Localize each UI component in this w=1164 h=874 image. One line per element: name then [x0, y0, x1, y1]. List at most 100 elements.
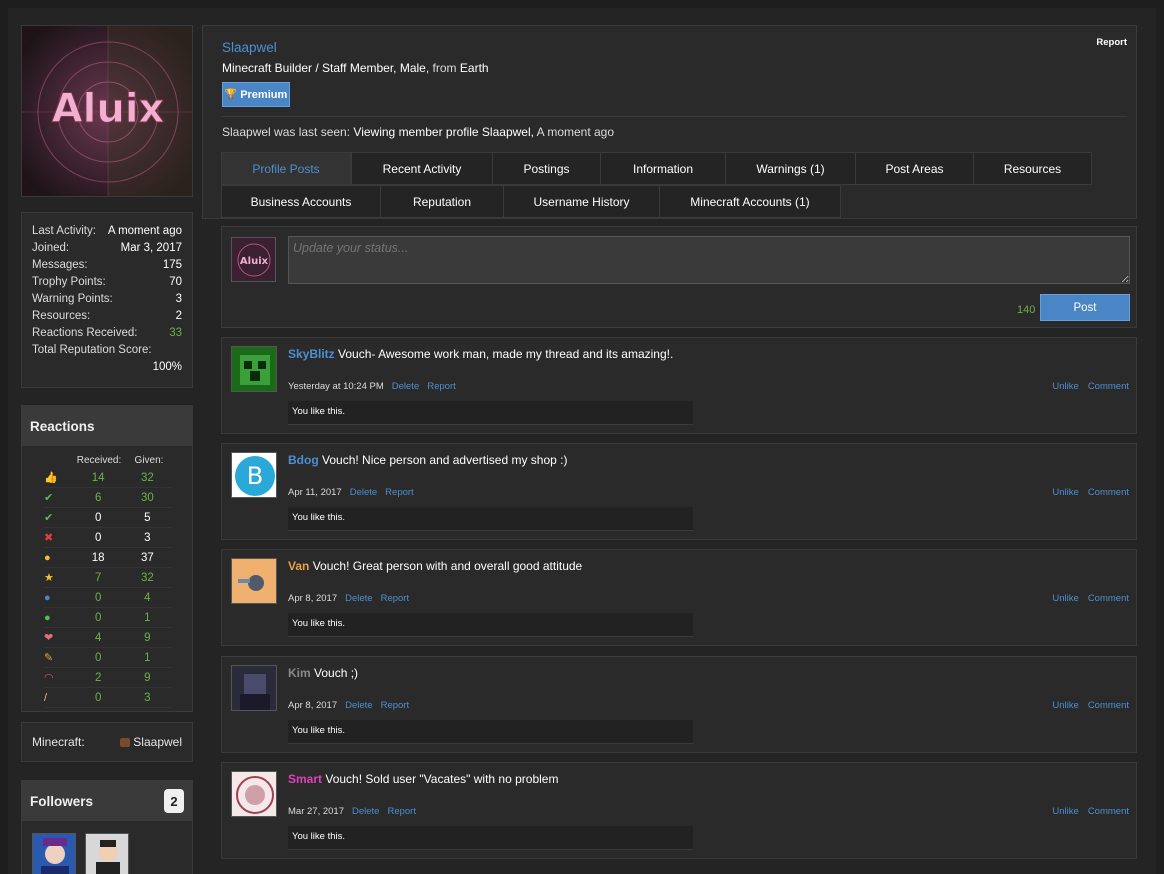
stat-warning-points: Warning Points: 3 — [32, 293, 182, 305]
tab-post-areas[interactable]: Post Areas — [855, 152, 974, 185]
profile-username[interactable]: Slaapwel — [222, 40, 277, 55]
report-link[interactable]: Report — [387, 806, 416, 817]
post-message: Van Vouch! Great person with and overall… — [288, 559, 583, 573]
premium-badge: 🏆 Premium — [222, 82, 290, 107]
post-time[interactable]: Yesterday at 10:24 PM — [288, 381, 384, 392]
tab-minecraft-accounts[interactable]: Minecraft Accounts (1) — [659, 185, 841, 218]
report-link[interactable]: Report — [427, 381, 456, 392]
post-author-avatar[interactable] — [231, 346, 277, 392]
comment-link[interactable]: Comment — [1088, 700, 1129, 711]
tab-resources[interactable]: Resources — [973, 152, 1092, 185]
post-author-avatar[interactable]: B — [231, 452, 277, 498]
check-icon: ✔ — [44, 512, 54, 524]
status-update-box: Aluix 140 Post — [221, 226, 1137, 328]
post-actions: Unlike Comment — [1043, 487, 1129, 498]
reaction-received[interactable]: 0 — [74, 592, 123, 604]
reaction-received[interactable]: 4 — [74, 632, 123, 644]
status-input[interactable] — [288, 236, 1130, 284]
profile-avatar[interactable]: Aluix — [21, 25, 193, 197]
post-author[interactable]: Van — [288, 559, 309, 573]
reaction-given[interactable]: 4 — [123, 592, 172, 604]
reaction-row: ✖ 0 3 — [44, 528, 172, 548]
reaction-given[interactable]: 32 — [123, 572, 172, 584]
brush-icon: / — [44, 691, 48, 704]
post-actions: Unlike Comment — [1043, 700, 1129, 711]
report-link[interactable]: Report — [385, 487, 414, 498]
tab-warnings[interactable]: Warnings (1) — [725, 152, 856, 185]
reaction-received[interactable]: 0 — [74, 612, 123, 624]
post-time[interactable]: Apr 8, 2017 — [288, 700, 337, 711]
reaction-row: ● 18 37 — [44, 548, 172, 568]
followers-count-badge[interactable]: 2 — [164, 789, 184, 813]
reaction-given[interactable]: 9 — [123, 632, 172, 644]
delete-link[interactable]: Delete — [345, 700, 372, 711]
delete-link[interactable]: Delete — [392, 381, 419, 392]
comment-link[interactable]: Comment — [1088, 487, 1129, 498]
trophy-icon: 🏆 — [224, 89, 238, 100]
reaction-given[interactable]: 30 — [123, 492, 172, 504]
unlike-link[interactable]: Unlike — [1052, 593, 1078, 604]
post-author[interactable]: Kim — [288, 666, 311, 680]
unlike-link[interactable]: Unlike — [1052, 700, 1078, 711]
post-author[interactable]: SkyBlitz — [288, 347, 335, 361]
tab-profile-posts[interactable]: Profile Posts — [221, 152, 351, 185]
reaction-row: ● 0 4 — [44, 588, 172, 608]
post-author-avatar[interactable] — [231, 771, 277, 817]
reaction-received[interactable]: 0 — [74, 512, 123, 524]
follower-avatar[interactable] — [32, 833, 76, 874]
delete-link[interactable]: Delete — [352, 806, 379, 817]
reaction-received[interactable]: 18 — [74, 552, 123, 564]
stat-trophy-points[interactable]: Trophy Points: 70 — [32, 274, 182, 291]
profile-location[interactable]: Earth — [460, 61, 489, 75]
post-time[interactable]: Apr 8, 2017 — [288, 593, 337, 604]
unlike-link[interactable]: Unlike — [1052, 806, 1078, 817]
reaction-received[interactable]: 0 — [74, 692, 123, 704]
tab-business-accounts[interactable]: Business Accounts — [221, 185, 381, 218]
post-author-avatar[interactable] — [231, 665, 277, 711]
own-avatar[interactable]: Aluix — [231, 237, 276, 282]
post-actions: Unlike Comment — [1043, 806, 1129, 817]
comment-link[interactable]: Comment — [1088, 381, 1129, 392]
report-link[interactable]: Report — [381, 593, 410, 604]
reaction-given[interactable]: 1 — [123, 652, 172, 664]
tab-reputation[interactable]: Reputation — [380, 185, 504, 218]
tab-postings[interactable]: Postings — [492, 152, 601, 185]
delete-link[interactable]: Delete — [350, 487, 377, 498]
reaction-received[interactable]: 7 — [74, 572, 123, 584]
unlike-link[interactable]: Unlike — [1052, 487, 1078, 498]
followers-panel: Followers 2 — [21, 780, 193, 874]
reaction-given[interactable]: 5 — [123, 512, 172, 524]
delete-link[interactable]: Delete — [345, 593, 372, 604]
tab-recent-activity[interactable]: Recent Activity — [351, 152, 493, 185]
reaction-received[interactable]: 14 — [74, 472, 123, 484]
reaction-given[interactable]: 3 — [123, 692, 172, 704]
reaction-received[interactable]: 2 — [74, 672, 123, 684]
reaction-row: ❤ 4 9 — [44, 628, 172, 648]
post-status-button[interactable]: Post — [1040, 294, 1130, 321]
post-time[interactable]: Mar 27, 2017 — [288, 806, 344, 817]
tab-information[interactable]: Information — [600, 152, 726, 185]
unlike-link[interactable]: Unlike — [1052, 381, 1078, 392]
wrench-icon: ✎ — [44, 652, 54, 664]
reaction-received[interactable]: 0 — [74, 652, 123, 664]
reaction-received[interactable]: 0 — [74, 532, 123, 544]
reaction-given[interactable]: 32 — [123, 472, 172, 484]
comment-link[interactable]: Comment — [1088, 593, 1129, 604]
post-time[interactable]: Apr 11, 2017 — [288, 487, 342, 498]
reaction-received[interactable]: 6 — [74, 492, 123, 504]
post-author-avatar[interactable] — [231, 558, 277, 604]
reaction-given[interactable]: 9 — [123, 672, 172, 684]
stat-messages[interactable]: Messages: 175 — [32, 257, 182, 274]
post-author[interactable]: Smart — [288, 772, 322, 786]
tab-username-history[interactable]: Username History — [503, 185, 660, 218]
follower-avatar[interactable] — [85, 833, 129, 874]
comment-link[interactable]: Comment — [1088, 806, 1129, 817]
report-profile-link[interactable]: Report — [1096, 37, 1127, 48]
likes-summary: You like this. — [288, 507, 693, 531]
reaction-given[interactable]: 3 — [123, 532, 172, 544]
report-link[interactable]: Report — [381, 700, 410, 711]
stat-resources[interactable]: Resources: 2 — [32, 308, 182, 325]
post-author[interactable]: Bdog — [288, 453, 319, 467]
reaction-given[interactable]: 1 — [123, 612, 172, 624]
reaction-given[interactable]: 37 — [123, 552, 172, 564]
